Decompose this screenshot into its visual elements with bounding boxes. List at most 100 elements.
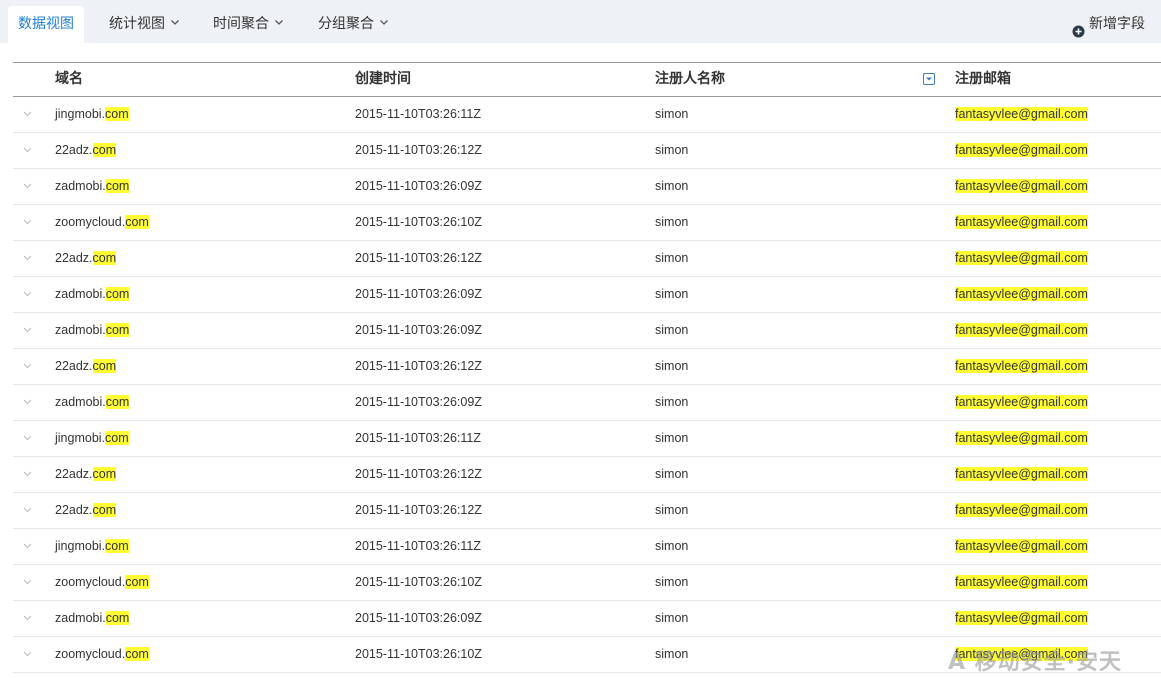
table-row[interactable]: 22adz.com 2015-11-10T03:26:12Z simon fantas…	[13, 457, 1161, 493]
tab-data-view[interactable]: 数据视图	[8, 6, 84, 43]
table-row[interactable]: zadmobi.com 2015-11-10T03:26:09Z simon fant…	[13, 385, 1161, 421]
highlighted-term: com	[1064, 287, 1088, 301]
cell-text: 22adz.	[55, 359, 93, 373]
domain-cell: 22adz.com	[55, 493, 117, 528]
chevron-down-icon[interactable]	[23, 649, 32, 658]
column-header-registrant[interactable]: 注册人名称	[655, 63, 725, 96]
registrant-cell: simon	[655, 323, 689, 337]
chevron-down-icon[interactable]	[23, 577, 32, 586]
column-header-domain[interactable]: 域名	[55, 63, 83, 96]
highlighted-text: fantasyvlee@gmail.	[955, 359, 1065, 373]
highlighted-term: com	[92, 359, 117, 373]
cell-text: zoomycloud.	[55, 215, 126, 229]
table-row[interactable]: zadmobi.com 2015-11-10T03:26:09Z simon fant…	[13, 169, 1161, 205]
cell-text: 22adz.	[55, 503, 93, 517]
results-table: 域名 创建时间 注册人名称 注册邮箱 jingmobi.com 2015-11-1…	[13, 62, 1161, 673]
highlighted-term: com	[92, 143, 117, 157]
highlighted-term: com	[1064, 611, 1088, 625]
highlighted-term: com	[1064, 107, 1088, 121]
registrant-cell: simon	[655, 467, 689, 481]
highlighted-text: fantasyvlee@gmail.	[955, 539, 1065, 553]
domain-cell: 22adz.com	[55, 241, 117, 276]
highlighted-term: com	[1064, 503, 1088, 517]
chevron-down-icon[interactable]	[23, 469, 32, 478]
tab-time-aggregation[interactable]: 时间聚合	[213, 6, 284, 43]
highlighted-text: fantasyvlee@gmail.	[955, 323, 1065, 337]
filter-dropdown-icon[interactable]	[923, 73, 935, 85]
cell-text: jingmobi.	[55, 539, 106, 553]
registrant-cell: simon	[655, 539, 689, 553]
table-row[interactable]: zadmobi.com 2015-11-10T03:26:09Z simon fant…	[13, 601, 1161, 637]
domain-cell: 22adz.com	[55, 457, 117, 492]
chevron-down-icon[interactable]	[23, 541, 32, 550]
domain-cell: zadmobi.com	[55, 277, 130, 312]
domain-cell: zadmobi.com	[55, 385, 130, 420]
table-row[interactable]: jingmobi.com 2015-11-10T03:26:11Z simon fan…	[13, 97, 1161, 133]
chevron-down-icon[interactable]	[23, 289, 32, 298]
registrant-cell: simon	[655, 359, 689, 373]
chevron-down-icon[interactable]	[23, 361, 32, 370]
chevron-down-icon	[274, 17, 284, 27]
registrant-cell: simon	[655, 647, 689, 661]
email-cell: fantasyvlee@gmail.com	[955, 97, 1088, 132]
created-time-cell: 2015-11-10T03:26:09Z	[355, 287, 482, 301]
registrant-cell: simon	[655, 503, 689, 517]
chevron-down-icon[interactable]	[23, 397, 32, 406]
tab-label: 统计视图	[109, 16, 165, 32]
chevron-down-icon[interactable]	[23, 253, 32, 262]
table-row[interactable]: jingmobi.com 2015-11-10T03:26:11Z simon fan…	[13, 529, 1161, 565]
registrant-cell: simon	[655, 395, 689, 409]
table-row[interactable]: 22adz.com 2015-11-10T03:26:12Z simon fantas…	[13, 493, 1161, 529]
highlighted-term: com	[92, 251, 117, 265]
highlighted-term: com	[105, 323, 130, 337]
highlighted-term: com	[105, 107, 129, 121]
column-header-email[interactable]: 注册邮箱	[955, 63, 1011, 96]
registrant-cell: simon	[655, 143, 689, 157]
table-row[interactable]: 22adz.com 2015-11-10T03:26:12Z simon fantas…	[13, 349, 1161, 385]
add-field-button[interactable]: 新增字段	[1072, 6, 1145, 43]
highlighted-term: com	[105, 287, 130, 301]
tab-group-aggregation[interactable]: 分组聚合	[318, 6, 389, 43]
watermark: A 移动安全·安天	[948, 650, 1123, 675]
highlighted-text: fantasyvlee@gmail.	[955, 107, 1065, 121]
highlighted-text: fantasyvlee@gmail.	[955, 575, 1065, 589]
email-cell: fantasyvlee@gmail.com	[955, 313, 1088, 348]
chevron-down-icon[interactable]	[23, 109, 32, 118]
chevron-down-icon[interactable]	[23, 613, 32, 622]
domain-cell: jingmobi.com	[55, 421, 129, 456]
tab-stats-view[interactable]: 统计视图	[109, 6, 180, 43]
chevron-down-icon[interactable]	[23, 325, 32, 334]
created-time-cell: 2015-11-10T03:26:11Z	[355, 107, 482, 121]
chevron-down-icon	[379, 17, 389, 27]
chevron-down-icon[interactable]	[23, 217, 32, 226]
chevron-down-icon[interactable]	[23, 181, 32, 190]
chevron-down-icon[interactable]	[23, 145, 32, 154]
table-row[interactable]: 22adz.com 2015-11-10T03:26:12Z simon fantas…	[13, 133, 1161, 169]
email-cell: fantasyvlee@gmail.com	[955, 457, 1088, 492]
registrant-cell: simon	[655, 107, 689, 121]
column-header-created[interactable]: 创建时间	[355, 63, 411, 96]
registrant-cell: simon	[655, 215, 689, 229]
created-time-cell: 2015-11-10T03:26:09Z	[355, 179, 482, 193]
email-cell: fantasyvlee@gmail.com	[955, 133, 1088, 168]
highlighted-text: fantasyvlee@gmail.	[955, 431, 1065, 445]
cell-text: 22adz.	[55, 467, 93, 481]
highlighted-term: com	[1064, 323, 1088, 337]
table-row[interactable]: zoomycloud.com 2015-11-10T03:26:10Z simon f…	[13, 565, 1161, 601]
table-row[interactable]: jingmobi.com 2015-11-10T03:26:11Z simon fan…	[13, 421, 1161, 457]
table-row[interactable]: zadmobi.com 2015-11-10T03:26:09Z simon fant…	[13, 313, 1161, 349]
domain-cell: zadmobi.com	[55, 601, 130, 636]
highlighted-text: fantasyvlee@gmail.	[955, 503, 1065, 517]
created-time-cell: 2015-11-10T03:26:11Z	[355, 539, 482, 553]
table-row[interactable]: zadmobi.com 2015-11-10T03:26:09Z simon fant…	[13, 277, 1161, 313]
registrant-cell: simon	[655, 179, 689, 193]
highlighted-term: com	[1064, 431, 1088, 445]
table-row[interactable]: 22adz.com 2015-11-10T03:26:12Z simon fantas…	[13, 241, 1161, 277]
domain-cell: 22adz.com	[55, 133, 117, 168]
highlighted-term: com	[92, 503, 117, 517]
chevron-down-icon[interactable]	[23, 433, 32, 442]
table-row[interactable]: zoomycloud.com 2015-11-10T03:26:10Z simon f…	[13, 205, 1161, 241]
highlighted-term: com	[105, 431, 129, 445]
chevron-down-icon[interactable]	[23, 505, 32, 514]
cell-text: jingmobi.	[55, 431, 106, 445]
